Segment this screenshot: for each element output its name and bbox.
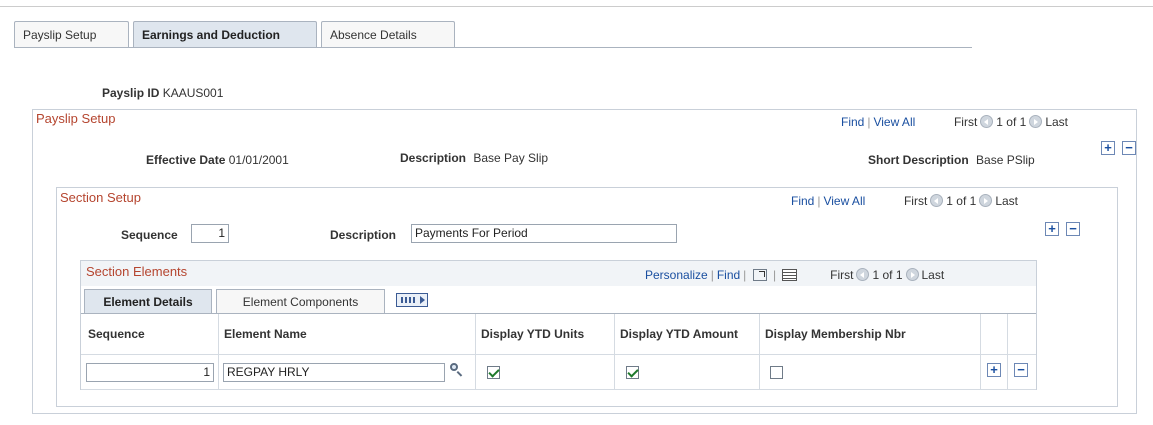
previous-circle-icon[interactable] — [980, 115, 994, 128]
display-ytd-units-checkbox[interactable] — [487, 366, 500, 379]
previous-circle-icon[interactable] — [856, 268, 870, 281]
delete-section-row-button[interactable]: − — [1066, 222, 1080, 236]
sequence-field[interactable]: 1 — [191, 224, 229, 243]
find-link[interactable]: Find — [717, 268, 740, 282]
add-section-row-button[interactable]: + — [1045, 222, 1059, 236]
personalize-link[interactable]: Personalize — [645, 268, 708, 282]
display-membership-nbr-checkbox[interactable] — [770, 366, 783, 379]
add-payslip-row-button[interactable]: + — [1101, 141, 1115, 155]
element-sequence-field[interactable]: 1 — [86, 363, 214, 382]
tab-element-components[interactable]: Element Components — [216, 289, 385, 313]
grid-col-divider — [218, 314, 219, 389]
sequence-label: Sequence — [121, 228, 178, 242]
view-all-link[interactable]: View All — [873, 115, 915, 129]
delete-element-row-button[interactable]: − — [1014, 363, 1028, 377]
next-circle-icon[interactable] — [979, 194, 993, 207]
next-circle-icon[interactable] — [1029, 115, 1043, 128]
section-setup-nav: Find | View All First 1 of 1 Last — [791, 194, 1019, 208]
show-all-columns-icon[interactable] — [396, 293, 428, 307]
previous-circle-icon[interactable] — [930, 194, 944, 207]
grid-tab-underline — [81, 313, 1036, 314]
column-header-display-ytd-amount: Display YTD Amount — [620, 327, 739, 341]
grid-icon[interactable] — [782, 269, 798, 281]
section-elements-title: Section Elements — [86, 264, 188, 279]
tab-bar-underline — [14, 47, 972, 48]
tab-earnings-and-deduction[interactable]: Earnings and Deduction — [133, 21, 317, 47]
payslip-setup-nav: Find | View All First 1 of 1 Last — [841, 115, 1069, 129]
grid-col-divider — [614, 314, 615, 389]
element-name-field[interactable]: REGPAY HRLY — [223, 363, 445, 382]
section-elements-nav: Personalize | Find | | First 1 of 1 Last — [645, 268, 945, 282]
column-header-display-ytd-units: Display YTD Units — [481, 327, 585, 341]
section-description-label: Description — [330, 228, 397, 242]
grid-row-divider — [81, 389, 1036, 390]
payslip-id-value: KAAUS001 — [162, 86, 224, 100]
effective-date: Effective Date 01/01/2001 — [146, 153, 289, 167]
payslip-setup-title: Payslip Setup — [36, 111, 116, 126]
grid-col-divider — [1007, 314, 1008, 389]
section-setup-title: Section Setup — [60, 190, 141, 205]
delete-payslip-row-button[interactable]: − — [1122, 141, 1136, 155]
tab-element-details[interactable]: Element Details — [84, 289, 212, 313]
find-link[interactable]: Find — [841, 115, 864, 129]
column-header-sequence: Sequence — [88, 327, 145, 341]
display-ytd-amount-checkbox[interactable] — [626, 366, 639, 379]
column-header-display-membership-nbr: Display Membership Nbr — [765, 327, 906, 341]
grid-col-divider — [475, 314, 476, 389]
grid-row-divider — [81, 354, 1036, 355]
tab-absence-details[interactable]: Absence Details — [321, 21, 455, 47]
grid-col-divider — [980, 314, 981, 389]
payslip-description: Description Base Pay Slip — [400, 151, 549, 165]
tab-payslip-setup[interactable]: Payslip Setup — [14, 21, 129, 47]
next-circle-icon[interactable] — [905, 268, 919, 281]
magnifier-icon[interactable] — [449, 362, 465, 378]
grid-col-divider — [759, 314, 760, 389]
add-element-row-button[interactable]: + — [987, 363, 1001, 377]
find-link[interactable]: Find — [791, 194, 814, 208]
payslip-id: Payslip ID KAAUS001 — [102, 86, 224, 100]
top-rule — [0, 6, 1153, 7]
zoom-icon[interactable] — [752, 269, 767, 281]
short-description: Short Description Base PSlip — [868, 153, 1035, 167]
view-all-link[interactable]: View All — [823, 194, 865, 208]
column-header-element-name: Element Name — [224, 327, 307, 341]
section-description-field[interactable]: Payments For Period — [411, 224, 677, 243]
